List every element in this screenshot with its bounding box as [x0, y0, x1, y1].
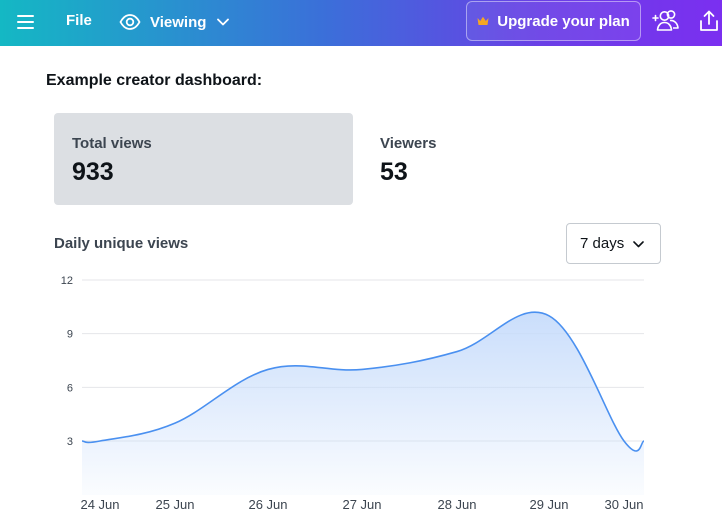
y-tick-label: 9	[67, 329, 73, 341]
x-tick-label: 25 Jun	[155, 497, 194, 512]
x-tick-label: 26 Jun	[248, 497, 287, 512]
data-point-29-jun	[547, 314, 551, 318]
daily-views-chart: 3 6 9 12 24 Jun 25 Jun 26 Jun 27 Jun 28 Jun 29 Ju…	[61, 275, 645, 512]
series-area	[82, 312, 644, 495]
data-point-28-jun	[455, 350, 459, 354]
y-tick-label: 6	[67, 382, 73, 394]
x-tick-label: 27 Jun	[342, 497, 381, 512]
data-point-30-jun	[622, 439, 626, 443]
y-tick-label: 12	[61, 275, 73, 287]
x-tick-label: 28 Jun	[437, 497, 476, 512]
data-point-27-jun	[360, 367, 364, 371]
y-tick-label: 3	[67, 436, 73, 448]
x-tick-label: 30 Jun	[604, 497, 643, 512]
data-point-24-jun	[98, 439, 102, 443]
data-point-26-jun	[266, 367, 270, 371]
x-tick-label: 29 Jun	[529, 497, 568, 512]
x-tick-label: 24 Jun	[80, 497, 119, 512]
data-point-25-jun	[173, 421, 177, 425]
